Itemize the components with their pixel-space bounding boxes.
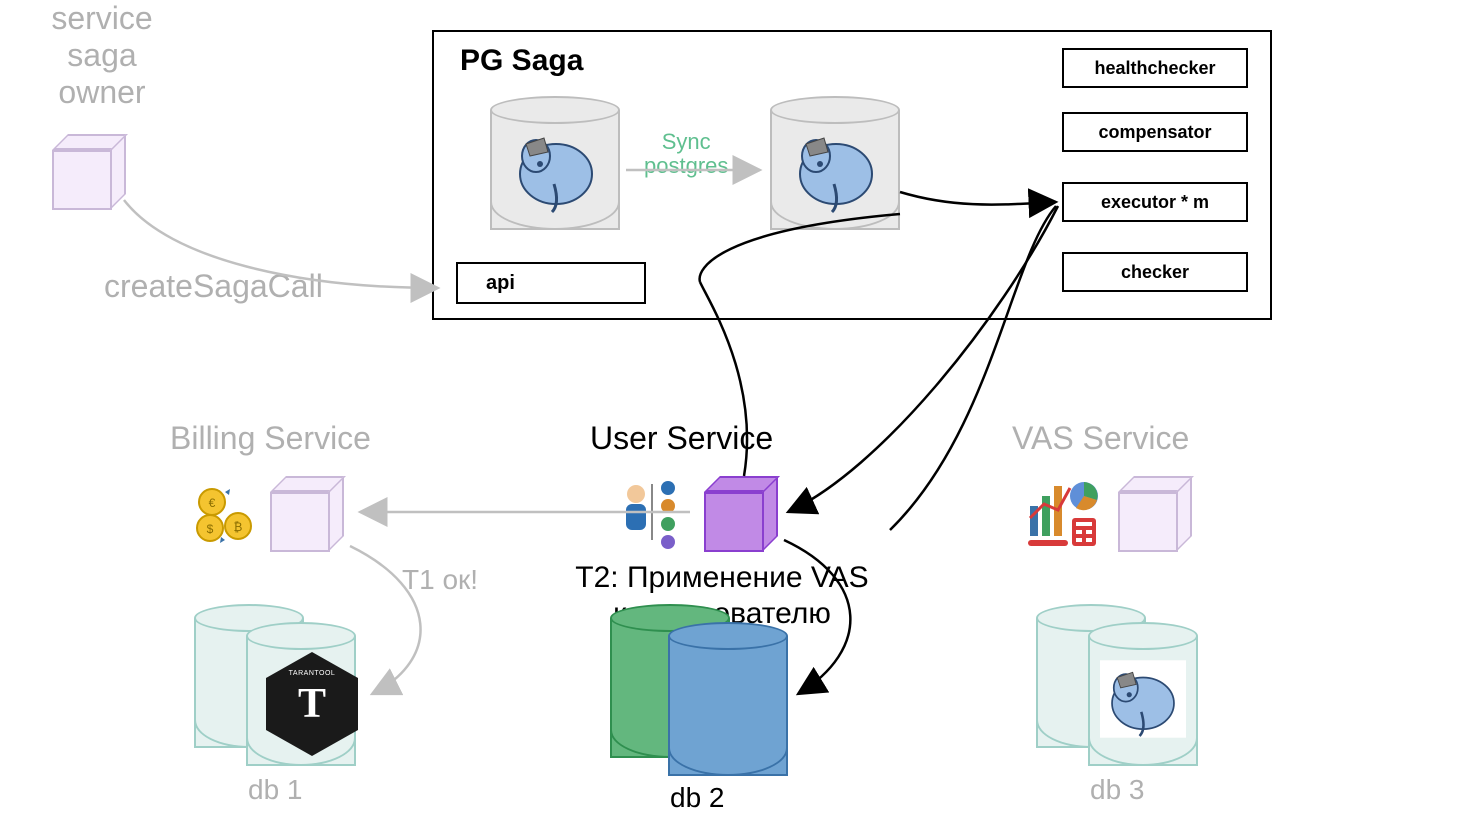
svg-text:₿: ₿ [234,520,243,534]
postgres-elephant-icon [1100,660,1186,738]
user-cube [704,478,778,552]
postgres-elephant-icon [506,124,606,214]
owner-label: service saga owner [22,0,182,110]
db1-label: db 1 [248,774,303,806]
db2-cyl-front [668,636,788,776]
vas-service-title: VAS Service [1012,420,1189,457]
owner-cube [52,136,126,210]
t1-label: T1 ок! [402,564,478,596]
currency-coins-icon: € $ ₿ [192,482,258,548]
checker-box: checker [1062,252,1248,292]
billing-service-title: Billing Service [170,420,371,457]
create-saga-call-label: createSagaCall [104,268,323,305]
person-list-icon [616,474,696,554]
vas-cube [1118,478,1192,552]
postgres-elephant-icon [786,124,886,214]
db2-label: db 2 [670,782,725,814]
user-service-title: User Service [590,420,773,457]
sync-postgres-label: Sync postgres [644,130,728,178]
pgsaga-title: PG Saga [460,44,583,78]
db3-label: db 3 [1090,774,1145,806]
svg-text:€: € [209,496,216,510]
healthchecker-box: healthchecker [1062,48,1248,88]
svg-text:$: $ [207,522,214,536]
api-box: api [456,262,646,304]
analytics-chart-icon [1024,474,1108,550]
compensator-box: compensator [1062,112,1248,152]
billing-cube [270,478,344,552]
executor-box: executor * m [1062,182,1248,222]
